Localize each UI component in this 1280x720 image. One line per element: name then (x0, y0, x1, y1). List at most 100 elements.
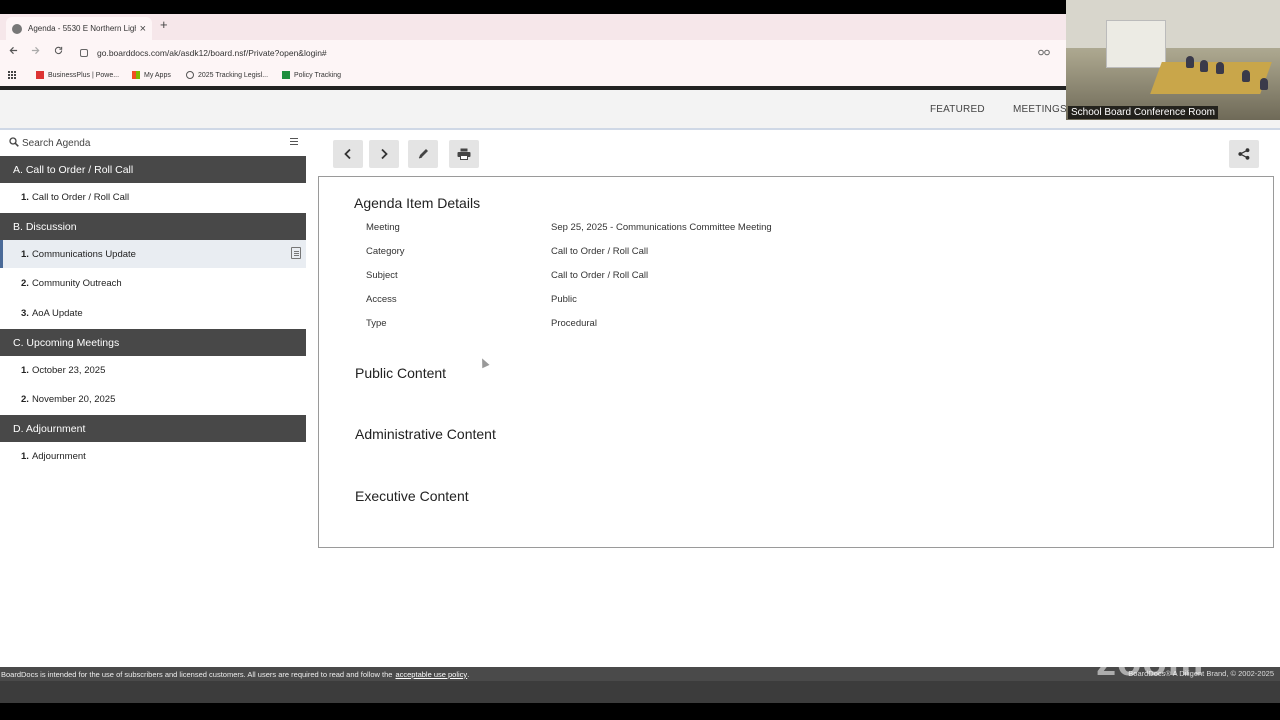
document-icon[interactable] (291, 247, 301, 259)
video-whiteboard (1106, 20, 1166, 68)
tab-title: Agenda - 5530 E Northern Ligh (28, 24, 136, 33)
category-d[interactable]: D. Adjournment (0, 415, 306, 442)
category-b[interactable]: B. Discussion (0, 213, 306, 240)
edit-button[interactable] (408, 140, 438, 168)
bookmark-my-apps[interactable]: My Apps (132, 71, 171, 79)
bookmark-tracking-legislation[interactable]: 2025 Tracking Legisl... (186, 71, 268, 79)
item-label: Community Outreach (31, 277, 122, 289)
pencil-icon (418, 149, 428, 159)
item-number: 2. (21, 277, 29, 289)
agenda-item-communications-update[interactable]: 1. Communications Update (0, 240, 306, 268)
next-item-button[interactable] (369, 140, 399, 168)
tree-favicon-icon (12, 23, 22, 34)
access-value: Public (551, 294, 577, 305)
url-field[interactable]: go.boarddocs.com/ak/asdk12/board.nsf/Pri… (80, 43, 1060, 63)
password-key-icon[interactable] (1038, 48, 1050, 58)
printer-icon (457, 148, 471, 160)
subject-value: Call to Order / Roll Call (551, 270, 649, 281)
video-person (1200, 60, 1208, 72)
businessplus-icon (36, 71, 44, 79)
video-participant-label: School Board Conference Room (1068, 106, 1218, 119)
search-icon (9, 137, 19, 147)
acceptable-use-policy-link[interactable]: acceptable use policy (395, 670, 467, 679)
item-number: 1. (21, 248, 29, 260)
bottom-bar (0, 681, 1280, 720)
back-icon[interactable] (9, 46, 18, 58)
bookmark-businessplus[interactable]: BusinessPlus | Powe... (36, 71, 119, 79)
bookmark-label: Policy Tracking (294, 71, 342, 79)
agenda-item-october-23[interactable]: 1. October 23, 2025 (0, 356, 306, 384)
site-info-icon[interactable] (80, 49, 88, 57)
item-number: 1. (21, 364, 29, 376)
footer-notice: BoardDocs is intended for the use of sub… (1, 669, 393, 679)
previous-item-button[interactable] (333, 140, 363, 168)
agenda-item-details-panel: Agenda Item Details Meeting Sep 25, 2025… (318, 176, 1274, 548)
bookmark-label: BusinessPlus | Powe... (48, 71, 120, 79)
forward-icon[interactable] (31, 46, 40, 58)
bookmark-label: 2025 Tracking Legisl... (198, 71, 269, 79)
share-button[interactable] (1229, 140, 1259, 168)
video-person (1186, 56, 1194, 68)
item-number: 1. (21, 450, 29, 462)
agenda-item-community-outreach[interactable]: 2. Community Outreach (0, 269, 306, 297)
item-label: October 23, 2025 (31, 364, 106, 376)
screen: Agenda - 5530 E Northern Ligh × + go.boa… (0, 0, 1280, 720)
apps-grid-icon[interactable] (8, 71, 17, 80)
close-tab-icon[interactable]: × (140, 23, 146, 35)
type-value: Procedural (551, 318, 597, 329)
hamburger-menu-icon[interactable] (290, 138, 298, 145)
url-text: go.boarddocs.com/ak/asdk12/board.nsf/Pri… (97, 48, 327, 58)
meeting-value: Sep 25, 2025 - Communications Committee … (551, 222, 772, 233)
video-person (1260, 78, 1268, 90)
subject-label: Subject (366, 270, 398, 281)
browser-tab[interactable]: Agenda - 5530 E Northern Ligh × (6, 17, 152, 40)
public-content-heading[interactable]: Public Content (355, 365, 446, 381)
access-label: Access (366, 294, 397, 305)
nav-meetings[interactable]: MEETINGS (1013, 104, 1067, 115)
bottom-black-strip (0, 703, 1280, 720)
category-a[interactable]: A. Call to Order / Roll Call (0, 156, 306, 183)
item-number: 2. (21, 393, 29, 405)
new-tab-button[interactable]: + (160, 17, 168, 32)
details-heading: Agenda Item Details (354, 195, 481, 211)
item-label: Call to Order / Roll Call (31, 191, 130, 203)
video-person (1216, 62, 1224, 74)
nav-featured[interactable]: FEATURED (930, 104, 985, 115)
chevron-left-icon (344, 148, 351, 160)
footer-period: . (467, 669, 470, 679)
agenda-search (0, 132, 306, 154)
site-footer: BoardDocs is intended for the use of sub… (0, 667, 1280, 681)
item-number: 1. (21, 191, 29, 203)
microsoft-icon (132, 71, 140, 79)
agenda-item-call-to-order[interactable]: 1. Call to Order / Roll Call (0, 183, 306, 211)
video-conference-table (1150, 62, 1272, 94)
item-label: AoA Update (31, 307, 83, 319)
category-label: Category (366, 246, 405, 257)
item-label: November 20, 2025 (31, 393, 116, 405)
meeting-label: Meeting (366, 222, 400, 233)
zoom-watermark: zoom (1096, 640, 1205, 684)
search-input[interactable] (22, 134, 272, 152)
category-value: Call to Order / Roll Call (551, 246, 649, 257)
agenda-item-aoa-update[interactable]: 3. AoA Update (0, 299, 306, 327)
item-label: Adjournment (31, 450, 86, 462)
executive-content-heading[interactable]: Executive Content (355, 488, 469, 504)
zoom-video-tile: School Board Conference Room (1066, 0, 1280, 120)
agenda-item-adjournment[interactable]: 1. Adjournment (0, 442, 306, 470)
chevron-right-icon (381, 148, 388, 160)
item-number: 3. (21, 307, 29, 319)
category-c[interactable]: C. Upcoming Meetings (0, 329, 306, 356)
share-icon (1238, 148, 1250, 160)
bookmark-label: My Apps (144, 71, 171, 79)
reload-icon[interactable] (54, 46, 63, 58)
administrative-content-heading[interactable]: Administrative Content (355, 426, 496, 442)
globe-icon (186, 71, 194, 79)
type-label: Type (366, 318, 387, 329)
item-label: Communications Update (31, 248, 136, 260)
video-person (1242, 70, 1250, 82)
sheets-icon (282, 71, 290, 79)
bookmark-policy-tracking[interactable]: Policy Tracking (282, 71, 341, 79)
print-button[interactable] (449, 140, 479, 168)
bookmarks-bar: BusinessPlus | Powe... My Apps 2025 Trac… (0, 66, 1066, 86)
agenda-item-november-20[interactable]: 2. November 20, 2025 (0, 385, 306, 413)
